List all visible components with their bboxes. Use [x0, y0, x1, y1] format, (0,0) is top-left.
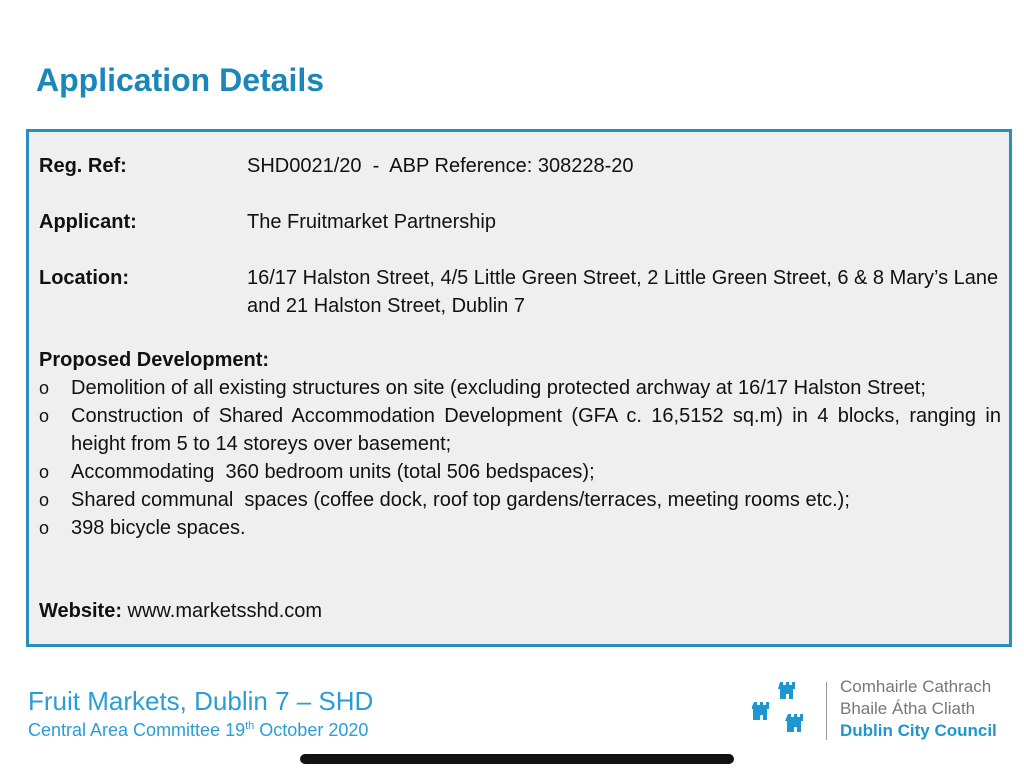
footer-subtitle: Central Area Committee 19th October 2020: [28, 720, 368, 741]
logo-line-irish-1: Comhairle Cathrach: [840, 677, 992, 696]
bullet-icon: o: [39, 378, 50, 398]
reg-ref-label: Reg. Ref:: [39, 155, 127, 177]
bullet-text: Construction of Shared Accommodation Dev…: [71, 405, 1001, 455]
bullet-icon: o: [39, 406, 50, 426]
list-item: o 398 bicycle spaces.: [39, 514, 1001, 542]
footer-subtitle-date: October 2020: [254, 720, 369, 740]
applicant-value: The Fruitmarket Partnership: [247, 211, 496, 233]
applicant-label: Applicant:: [39, 211, 137, 233]
application-details-box: Reg. Ref: SHD0021/20 - ABP Reference: 30…: [26, 129, 1012, 647]
footer-subtitle-ordinal: th: [245, 720, 255, 732]
website-label: Website:: [39, 600, 122, 622]
footer-title: Fruit Markets, Dublin 7 – SHD: [28, 686, 374, 716]
proposed-development-heading: Proposed Development:: [39, 349, 270, 371]
reg-ref-value: SHD0021/20 - ABP Reference: 308228-20: [247, 155, 634, 177]
dublin-city-council-logo: Comhairle Cathrach Bhaile Átha Cliath Du…: [752, 676, 1012, 746]
bullet-icon: o: [39, 490, 50, 510]
home-indicator[interactable]: [300, 754, 734, 764]
website-link[interactable]: www.marketsshd.com: [128, 600, 323, 622]
location-value: 16/17 Halston Street, 4/5 Little Green S…: [247, 267, 999, 317]
logo-text: Comhairle Cathrach Bhaile Átha Cliath Du…: [840, 676, 997, 742]
list-item: o Demolition of all existing structures …: [39, 374, 1001, 402]
list-item: o Shared communal spaces (coffee dock, r…: [39, 486, 1001, 514]
logo-line-english: Dublin City Council: [840, 721, 997, 740]
page-title: Application Details: [36, 62, 325, 98]
bullet-text: Accommodating 360 bedroom units (total 5…: [71, 461, 595, 483]
bullet-text: Shared communal spaces (coffee dock, roo…: [71, 489, 850, 511]
list-item: o Accommodating 360 bedroom units (total…: [39, 458, 1001, 486]
logo-line-irish-2: Bhaile Átha Cliath: [840, 699, 976, 718]
location-label: Location:: [39, 267, 129, 289]
bullet-text: 398 bicycle spaces.: [71, 517, 246, 539]
logo-divider: [826, 682, 827, 740]
footer-subtitle-text: Central Area Committee 19: [28, 720, 246, 740]
list-item: o Construction of Shared Accommodation D…: [39, 402, 1001, 458]
bullet-text: Demolition of all existing structures on…: [71, 377, 926, 399]
proposed-development-list: o Demolition of all existing structures …: [39, 374, 1001, 542]
bullet-icon: o: [39, 518, 50, 538]
bullet-icon: o: [39, 462, 50, 482]
website-row: Website: www.marketsshd.com: [39, 597, 322, 625]
three-castles-icon: [752, 682, 803, 732]
